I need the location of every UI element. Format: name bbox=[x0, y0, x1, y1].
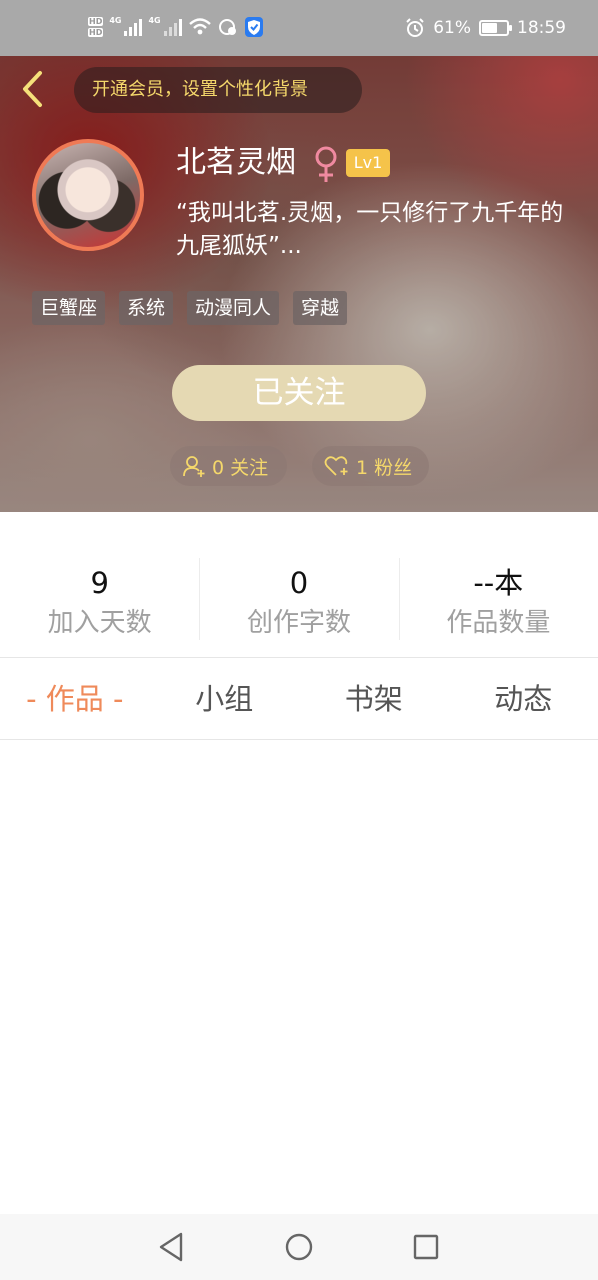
status-bar: HD HD 4G 4G 61% 18:59 bbox=[0, 0, 598, 56]
hd-label-2: HD bbox=[88, 28, 104, 37]
tag-item[interactable]: 系统 bbox=[119, 291, 174, 325]
follow-button[interactable]: 已关注 bbox=[172, 365, 426, 421]
stat-label: 加入天数 bbox=[47, 608, 152, 638]
shield-icon bbox=[244, 17, 263, 37]
heart-add-icon bbox=[324, 456, 348, 476]
triangle-back-icon bbox=[159, 1232, 183, 1262]
tag-item[interactable]: 巨蟹座 bbox=[32, 291, 106, 325]
hd-label-1: HD bbox=[88, 17, 104, 26]
stat-label: 创作字数 bbox=[246, 608, 351, 638]
hd-indicator: HD HD bbox=[88, 17, 104, 37]
tag-list: 巨蟹座 系统 动漫同人 穿越 bbox=[32, 291, 348, 325]
tab-content-area bbox=[0, 740, 598, 1214]
level-badge: Lv1 bbox=[346, 149, 390, 177]
avatar[interactable] bbox=[32, 139, 144, 251]
following-label: 0 关注 bbox=[212, 456, 269, 479]
tag-item[interactable]: 穿越 bbox=[293, 291, 348, 325]
tab-groups[interactable]: 小组 bbox=[150, 660, 300, 738]
tag-item[interactable]: 动漫同人 bbox=[187, 291, 280, 325]
battery-saver-icon bbox=[218, 19, 236, 35]
profile-stats: 9 加入天数 0 创作字数 --本 作品数量 bbox=[0, 548, 598, 648]
battery-icon bbox=[479, 20, 512, 36]
profile-tabs: - 作品 - 小组 书架 动态 bbox=[0, 660, 598, 738]
following-count-button[interactable]: 0 关注 bbox=[170, 446, 287, 486]
clock: 18:59 bbox=[517, 18, 566, 38]
battery-fill bbox=[482, 23, 497, 33]
nav-home-button[interactable] bbox=[282, 1230, 316, 1264]
fans-label: 1 粉丝 bbox=[356, 456, 413, 479]
divider bbox=[0, 657, 598, 658]
circle-home-icon bbox=[285, 1233, 313, 1261]
chevron-left-icon bbox=[23, 71, 42, 107]
status-right: 61% 18:59 bbox=[405, 18, 566, 38]
back-button[interactable] bbox=[14, 66, 50, 112]
network-label-2: 4G bbox=[148, 16, 161, 25]
profile-bio: “我叫北茗.灵烟，一只修行了九千年的九尾狐妖”... bbox=[176, 200, 564, 259]
signal-strength-icon-2 bbox=[163, 18, 182, 36]
status-left: HD HD 4G 4G bbox=[88, 16, 264, 38]
vip-background-banner[interactable]: 开通会员，设置个性化背景 bbox=[74, 67, 362, 113]
stat-label: 作品数量 bbox=[446, 608, 551, 638]
tab-bookshelf[interactable]: 书架 bbox=[299, 660, 449, 738]
stat-works-count: --本 作品数量 bbox=[398, 548, 598, 648]
battery-percent: 61% bbox=[433, 18, 471, 38]
stat-value: 0 bbox=[289, 566, 309, 600]
stat-join-days: 9 加入天数 bbox=[0, 548, 199, 648]
user-add-icon bbox=[183, 456, 205, 477]
network-label-1: 4G bbox=[109, 16, 122, 25]
username: 北茗灵烟 bbox=[176, 145, 296, 180]
system-navigation-bar bbox=[0, 1214, 598, 1280]
female-gender-icon bbox=[315, 146, 337, 182]
tab-works[interactable]: - 作品 - bbox=[0, 660, 150, 738]
stat-word-count: 0 创作字数 bbox=[199, 548, 398, 648]
signal-strength-icon bbox=[124, 18, 143, 36]
stat-value: --本 bbox=[473, 566, 524, 600]
wifi-icon bbox=[188, 18, 211, 35]
nav-back-button[interactable] bbox=[154, 1230, 188, 1264]
square-recents-icon bbox=[413, 1234, 439, 1260]
alarm-icon bbox=[406, 18, 424, 37]
stat-value: 9 bbox=[90, 566, 109, 600]
nav-recents-button[interactable] bbox=[409, 1230, 443, 1264]
fans-count-button[interactable]: 1 粉丝 bbox=[312, 446, 429, 486]
tab-activity[interactable]: 动态 bbox=[449, 660, 598, 738]
